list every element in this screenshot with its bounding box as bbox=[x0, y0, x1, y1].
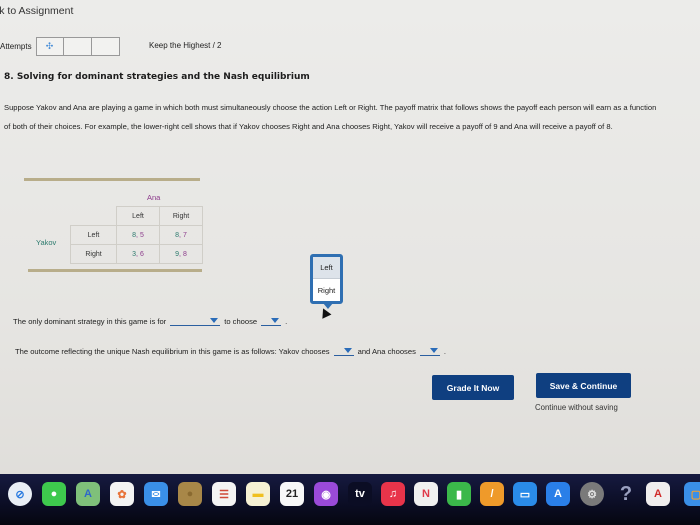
messages-icon[interactable]: ● bbox=[42, 482, 66, 506]
column-header-right: Right bbox=[159, 206, 203, 226]
question-title: 8. Solving for dominant strategies and t… bbox=[4, 72, 310, 82]
ana-payoff: 7 bbox=[182, 231, 187, 239]
strategy-dropdown-menu[interactable]: Left Right bbox=[310, 254, 343, 309]
payoff-cell: 9, 8 bbox=[159, 244, 203, 264]
ana-choice-select[interactable] bbox=[419, 345, 440, 356]
dominant-strategy-sentence: The only dominant strategy in this game … bbox=[13, 315, 287, 326]
numbers-icon[interactable]: ▮ bbox=[447, 482, 471, 506]
acrobat-icon[interactable]: A bbox=[646, 482, 670, 506]
podcasts-icon[interactable]: ◉ bbox=[314, 482, 338, 506]
divider-bottom bbox=[28, 269, 202, 272]
ana-payoff: 6 bbox=[139, 250, 144, 258]
dropdown-option-right[interactable]: Right bbox=[313, 279, 340, 301]
music-icon[interactable]: ♫ bbox=[381, 482, 405, 506]
payoff-matrix: Left Right Left 8, 5 8, 7 Right 3, 6 9, … bbox=[70, 206, 203, 264]
dock: ⊘ ● A ✿ ✉ ● ☰ ▬ 21 ◉ tv ♫ N ▮ / ▭ A ⚙? A ▢ bbox=[0, 474, 700, 525]
grade-it-now-button[interactable]: Grade It Now bbox=[432, 375, 514, 400]
attempts-label: Attempts bbox=[0, 42, 32, 51]
payoff-cell: 3, 6 bbox=[116, 244, 160, 264]
sentence-text: . bbox=[443, 347, 446, 356]
news-icon[interactable]: N bbox=[414, 482, 438, 506]
back-to-assignment-link[interactable]: ck to Assignment bbox=[0, 5, 73, 17]
continue-without-saving-link[interactable]: Continue without saving bbox=[535, 403, 618, 412]
attempt-box-1: ✣ bbox=[35, 37, 64, 56]
question-body: Suppose Yakov and Ana are playing a game… bbox=[4, 103, 657, 131]
sentence-text: The outcome reflecting the unique Nash e… bbox=[15, 347, 330, 356]
safari-icon[interactable]: ⊘ bbox=[8, 482, 32, 506]
sentence-text: to choose bbox=[224, 317, 258, 326]
contacts-icon[interactable]: ● bbox=[178, 482, 202, 506]
chevron-down-icon bbox=[429, 348, 438, 353]
calendar-icon[interactable]: 21 bbox=[280, 482, 304, 506]
maps-icon[interactable]: A bbox=[76, 482, 100, 506]
divider-top bbox=[24, 178, 200, 181]
sentence-text: . bbox=[285, 317, 288, 326]
attempt-box-2 bbox=[63, 37, 92, 56]
payoff-cell: 8, 7 bbox=[159, 225, 203, 245]
row-header-right: Right bbox=[70, 244, 117, 264]
save-and-continue-button[interactable]: Save & Continue bbox=[536, 373, 631, 398]
app-store-icon[interactable]: A bbox=[546, 482, 570, 506]
preview-icon[interactable]: ▢ bbox=[684, 482, 700, 506]
player-select[interactable] bbox=[170, 315, 221, 326]
attempts-tracker: Attempts ✣ bbox=[0, 37, 120, 56]
mail-icon[interactable]: ✉ bbox=[144, 482, 168, 506]
column-header-left: Left bbox=[116, 206, 160, 226]
chevron-down-icon bbox=[210, 318, 219, 323]
apple-tv-icon[interactable]: tv bbox=[348, 482, 372, 506]
chevron-down-icon bbox=[343, 348, 352, 353]
sentence-text: and Ana chooses bbox=[357, 347, 416, 356]
chevron-down-icon bbox=[271, 318, 280, 323]
dropdown-option-left[interactable]: Left bbox=[313, 257, 340, 279]
strategy-select[interactable] bbox=[261, 315, 282, 326]
ana-payoff: 8 bbox=[182, 250, 187, 258]
attempt-box-3 bbox=[91, 37, 120, 56]
reminders-icon[interactable]: ☰ bbox=[212, 482, 236, 506]
keynote-icon[interactable]: ▭ bbox=[513, 482, 537, 506]
nash-equilibrium-sentence: The outcome reflecting the unique Nash e… bbox=[15, 345, 446, 356]
help-icon[interactable]: ? bbox=[614, 482, 638, 506]
column-player-label: Ana bbox=[147, 193, 161, 202]
photos-icon[interactable]: ✿ bbox=[110, 482, 134, 506]
matrix-corner bbox=[71, 207, 117, 226]
attempt-indicator-icon: ✣ bbox=[45, 41, 54, 52]
row-header-left: Left bbox=[70, 225, 117, 245]
attempts-policy: Keep the Highest / 2 bbox=[149, 41, 222, 50]
system-preferences-icon[interactable]: ⚙ bbox=[580, 482, 604, 506]
sentence-text: The only dominant strategy in this game … bbox=[13, 317, 167, 326]
yakov-choice-select[interactable] bbox=[333, 345, 354, 356]
pages-icon[interactable]: / bbox=[480, 482, 504, 506]
payoff-cell: 8, 5 bbox=[116, 225, 160, 245]
ana-payoff: 5 bbox=[139, 231, 144, 239]
notes-icon[interactable]: ▬ bbox=[246, 482, 270, 506]
row-player-label: Yakov bbox=[36, 238, 57, 247]
